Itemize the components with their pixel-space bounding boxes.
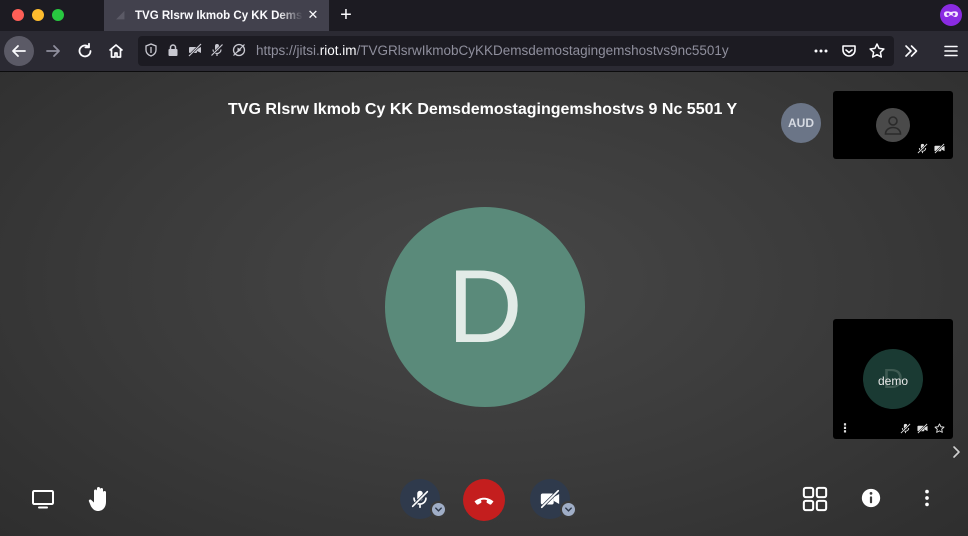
tile-view-button[interactable] [801, 485, 829, 513]
info-icon [861, 488, 881, 508]
window-zoom-button[interactable] [52, 9, 64, 21]
double-chevron-right-icon [905, 45, 918, 57]
forward-button[interactable] [38, 36, 68, 66]
mic-muted-icon [900, 423, 911, 434]
back-button[interactable] [4, 36, 34, 66]
browser-tab-strip: ◢ TVG Rlsrw Ikmob Cy KK Demsdemostaginge… [0, 0, 968, 31]
microphone-muted-icon [411, 490, 429, 509]
app-menu-button[interactable] [936, 36, 966, 66]
overflow-toolbar-button[interactable] [896, 36, 926, 66]
raised-hand-icon [88, 487, 106, 511]
arrow-right-icon [46, 45, 60, 57]
new-tab-button[interactable]: + [336, 4, 356, 26]
thumbnail-status-icons [900, 423, 945, 434]
filmstrip-toggle-button[interactable] [950, 443, 964, 461]
window-minimize-button[interactable] [32, 9, 44, 21]
chevron-down-icon [565, 507, 572, 512]
vertical-ellipsis-icon [925, 489, 929, 507]
mic-muted-icon [917, 143, 928, 154]
active-tab[interactable]: ◢ TVG Rlsrw Ikmob Cy KK Demsdemostaginge… [104, 0, 330, 31]
camera-off-icon [540, 489, 560, 509]
private-browsing-mask-icon [940, 4, 962, 26]
lock-icon[interactable] [166, 43, 180, 57]
arrow-left-icon [12, 45, 26, 57]
moderator-star-icon [934, 423, 945, 433]
audio-only-badge[interactable]: AUD [781, 103, 821, 143]
screen-share-button[interactable] [28, 484, 58, 514]
home-icon [108, 44, 124, 58]
reload-icon [78, 42, 92, 58]
autoplay-blocked-icon[interactable] [232, 43, 246, 57]
camera-off-icon [934, 143, 945, 154]
participant-avatar [876, 108, 910, 142]
user-icon [884, 116, 902, 135]
video-settings-caret[interactable] [560, 501, 577, 518]
window-close-button[interactable] [12, 9, 24, 21]
tab-close-button[interactable]: ✕ [305, 7, 321, 23]
address-bar[interactable]: https://jitsi.riot.im/TVGRlsrwIkmobCyKKD… [138, 36, 894, 66]
thumbnail-menu-button[interactable]: ⋮ [839, 422, 851, 434]
browser-navigation-bar: https://jitsi.riot.im/TVGRlsrwIkmobCyKKD… [0, 31, 968, 72]
info-button[interactable] [858, 485, 884, 511]
local-participant-thumbnail[interactable]: D demo ⋮ [833, 319, 953, 439]
bookmark-star-icon[interactable] [868, 42, 886, 60]
tab-title: TVG Rlsrw Ikmob Cy KK Demsdemostagingems… [135, 10, 303, 22]
participant-avatar: D demo [863, 349, 923, 409]
participant-name: demo [877, 374, 909, 388]
url-prefix: https://jitsi. [256, 43, 320, 58]
desktop-screen-icon [32, 490, 54, 509]
chevron-right-icon [953, 446, 960, 458]
grid-view-icon [802, 486, 828, 512]
url-actions [812, 42, 886, 60]
reload-button[interactable] [70, 36, 100, 66]
hangup-button[interactable] [463, 479, 505, 521]
phone-hangup-icon [474, 497, 494, 505]
avatar-initial: D [447, 249, 523, 365]
page-actions-ellipsis-icon[interactable] [812, 42, 830, 60]
url-host: riot.im [319, 43, 357, 58]
url-path: /TVGRlsrwIkmobCyKKDemsdemostagingemshost… [356, 43, 729, 58]
home-button[interactable] [101, 36, 131, 66]
raise-hand-button[interactable] [84, 482, 114, 516]
pocket-icon[interactable] [840, 42, 858, 60]
camera-blocked-icon[interactable] [188, 43, 202, 57]
microphone-blocked-icon[interactable] [210, 43, 224, 57]
thumbnail-status-icons [917, 143, 945, 154]
more-options-button[interactable] [914, 485, 940, 511]
camera-off-icon [917, 423, 928, 434]
url-security-icons [144, 43, 246, 59]
participant-thumbnail[interactable] [833, 91, 953, 159]
shield-icon[interactable] [144, 43, 158, 57]
conference-stage: TVG Rlsrw Ikmob Cy KK Demsdemostagingems… [0, 72, 968, 536]
audio-settings-caret[interactable] [430, 501, 447, 518]
conference-title: TVG Rlsrw Ikmob Cy KK Demsdemostagingems… [228, 101, 738, 118]
hamburger-menu-icon [944, 45, 958, 57]
speaker-muted-icon: ◢ [116, 9, 125, 21]
dominant-speaker-avatar: D [385, 207, 585, 407]
chevron-down-icon [435, 507, 442, 512]
url-text[interactable]: https://jitsi.riot.im/TVGRlsrwIkmobCyKKD… [256, 43, 729, 59]
